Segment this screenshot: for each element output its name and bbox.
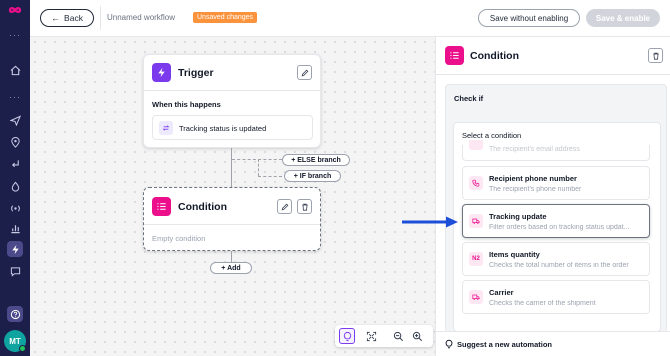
arrow-left-icon: ←	[51, 13, 61, 23]
trash-icon	[301, 203, 308, 211]
select-condition-label: Select a condition	[462, 131, 522, 140]
annotation-arrow-icon	[402, 216, 458, 228]
dropdown-option-email[interactable]: The recipient's email address	[462, 140, 650, 161]
trigger-title: Trigger	[178, 67, 214, 79]
pencil-icon	[281, 203, 288, 210]
add-else-branch-button[interactable]: + ELSE branch	[282, 154, 350, 166]
zoom-out-icon[interactable]	[390, 328, 406, 344]
dropdown-option-carrier[interactable]: Carrier Checks the carrier of the shipme…	[462, 280, 650, 314]
check-if-label: Check if	[454, 94, 484, 103]
if-connector	[258, 176, 282, 177]
add-if-branch-button[interactable]: + IF branch	[284, 170, 341, 182]
zoom-toolbar	[335, 325, 433, 347]
list-check-icon	[152, 197, 171, 216]
broadcast-icon[interactable]	[7, 200, 23, 216]
back-button[interactable]: ← Back	[40, 9, 94, 27]
option-description: The recipient's email address	[489, 146, 580, 153]
trigger-event[interactable]: Tracking status is updated	[152, 115, 313, 140]
delete-panel-button[interactable]	[648, 48, 663, 63]
card-divider	[144, 90, 320, 91]
else-connector	[232, 159, 282, 160]
drop-icon[interactable]	[7, 178, 23, 194]
send-icon[interactable]	[7, 112, 23, 128]
online-status-dot	[19, 345, 26, 352]
lightbulb-icon[interactable]	[339, 328, 355, 344]
trigger-event-label: Tracking status is updated	[179, 124, 267, 133]
infinity-logo-icon[interactable]	[5, 3, 25, 17]
workflow-canvas[interactable]: Trigger When this happens Tracking statu…	[30, 37, 435, 356]
sidebar-dots-2: ···	[9, 92, 21, 102]
pencil-icon	[301, 69, 308, 76]
suggest-automation-link[interactable]: Suggest a new automation	[436, 331, 670, 356]
list-check-icon	[445, 46, 464, 65]
return-icon[interactable]	[7, 156, 23, 172]
lightning-icon	[152, 63, 171, 82]
option-description: Checks the carrier of the shipment	[489, 300, 596, 307]
sidebar-dots: ···	[9, 30, 21, 40]
empty-condition-text: Empty condition	[152, 234, 206, 243]
chart-icon[interactable]	[7, 220, 23, 236]
panel-title: Condition	[470, 50, 519, 62]
divider	[100, 6, 101, 30]
truck-icon	[469, 290, 483, 304]
fit-view-icon[interactable]	[363, 328, 379, 344]
when-this-happens-label: When this happens	[152, 100, 221, 109]
panel-divider	[436, 74, 670, 75]
condition-title: Condition	[178, 201, 227, 213]
number-icon: N2	[469, 252, 483, 266]
edit-condition-button[interactable]	[277, 199, 292, 214]
top-bar: ← Back Unnamed workflow Unsaved changes …	[30, 0, 670, 37]
condition-panel: Condition Check if Select a condition Th…	[435, 37, 670, 356]
option-title: Items quantity	[489, 250, 540, 259]
delete-condition-button[interactable]	[297, 199, 312, 214]
chat-icon[interactable]	[7, 263, 23, 279]
help-icon[interactable]	[7, 306, 23, 322]
unsaved-changes-badge: Unsaved changes	[193, 12, 258, 23]
workflow-name[interactable]: Unnamed workflow	[107, 13, 175, 22]
dropdown-option-tracking-update[interactable]: Tracking update Filter orders based on t…	[462, 204, 650, 238]
condition-card[interactable]: Condition Empty condition	[143, 187, 321, 251]
connector-line	[231, 251, 232, 262]
lightning-icon[interactable]	[7, 241, 23, 257]
option-title: Carrier	[489, 288, 514, 297]
location-icon[interactable]	[7, 134, 23, 150]
branch-connector	[258, 159, 259, 176]
option-title: Recipient phone number	[489, 174, 577, 183]
back-label: Back	[64, 13, 83, 23]
connector-line	[231, 148, 232, 187]
email-icon	[469, 140, 483, 150]
add-step-button[interactable]: + Add	[210, 262, 252, 274]
tracking-refresh-icon	[159, 121, 173, 135]
zoom-in-icon[interactable]	[409, 328, 425, 344]
dropdown-option-phone[interactable]: Recipient phone number The recipient's p…	[462, 166, 650, 200]
option-description: The recipient's phone number	[489, 186, 582, 193]
sidebar: ··· ··· MT	[0, 0, 30, 356]
lightbulb-icon	[445, 339, 453, 349]
check-if-section: Check if Select a condition The recipien…	[445, 84, 667, 336]
condition-select-dropdown[interactable]: Select a condition The recipient's email…	[453, 122, 661, 332]
suggest-automation-label: Suggest a new automation	[457, 340, 553, 349]
option-description: Filter orders based on tracking status u…	[489, 224, 630, 231]
save-and-enable-button[interactable]: Save & enable	[586, 9, 660, 27]
option-description: Checks the total number of items in the …	[489, 262, 629, 269]
dropdown-option-items-quantity[interactable]: N2 Items quantity Checks the total numbe…	[462, 242, 650, 276]
option-title: Tracking update	[489, 212, 547, 221]
edit-trigger-button[interactable]	[297, 65, 312, 80]
home-icon[interactable]	[7, 62, 23, 78]
save-without-enabling-button[interactable]: Save without enabling	[478, 9, 580, 27]
card-divider	[144, 224, 320, 225]
truck-icon	[469, 214, 483, 228]
phone-icon	[469, 176, 483, 190]
trigger-card[interactable]: Trigger When this happens Tracking statu…	[143, 54, 321, 148]
trash-icon	[652, 52, 659, 60]
